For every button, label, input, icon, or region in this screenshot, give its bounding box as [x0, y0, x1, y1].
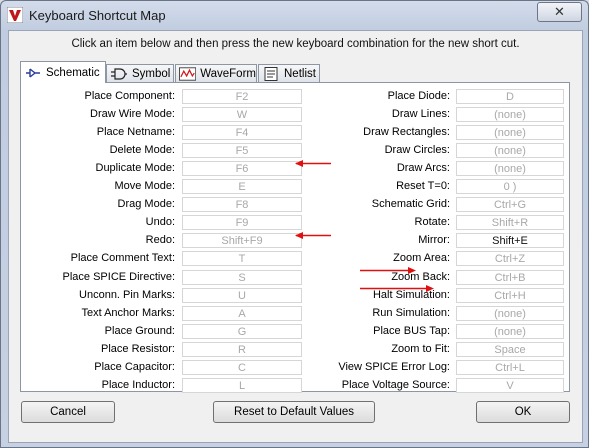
- shortcut-label: Draw Lines:: [391, 108, 450, 120]
- instruction-text: Click an item below and then press the n…: [71, 38, 520, 50]
- shortcut-label: Place Netname:: [96, 126, 175, 138]
- shortcut-field[interactable]: 0 ): [456, 179, 564, 194]
- shortcut-field[interactable]: (none): [456, 324, 564, 339]
- tab-label: Schematic: [46, 66, 100, 79]
- annotation-arrow-icon: [360, 267, 416, 274]
- annotation-arrow-icon: [295, 160, 331, 167]
- shortcut-label: Place Capacitor:: [94, 361, 175, 373]
- tab-waveform[interactable]: WaveForm: [175, 64, 257, 82]
- shortcut-label: Place Ground:: [104, 325, 175, 337]
- shortcut-label: Draw Wire Mode:: [90, 108, 175, 120]
- shortcut-label: Delete Mode:: [109, 144, 175, 156]
- shortcut-field[interactable]: (none): [456, 107, 564, 122]
- shortcut-label: Place Comment Text:: [70, 252, 175, 264]
- shortcut-field[interactable]: T: [182, 251, 302, 266]
- shortcut-label: Place Inductor:: [101, 379, 175, 391]
- shortcut-label: Draw Arcs:: [396, 162, 450, 174]
- ok-button[interactable]: OK: [476, 401, 570, 423]
- shortcut-label: Place Resistor:: [101, 343, 175, 355]
- shortcut-field[interactable]: Ctrl+L: [456, 360, 564, 375]
- shortcut-field[interactable]: F2: [182, 89, 302, 104]
- reset-defaults-button[interactable]: Reset to Default Values: [213, 401, 375, 423]
- cancel-button[interactable]: Cancel: [21, 401, 115, 423]
- shortcut-field[interactable]: Ctrl+G: [456, 197, 564, 212]
- shortcut-label: Zoom to Fit:: [391, 343, 450, 355]
- shortcut-label: Move Mode:: [114, 180, 175, 192]
- shortcut-field[interactable]: W: [182, 107, 302, 122]
- app-logo-icon: [7, 7, 23, 23]
- shortcut-label: Place SPICE Directive:: [62, 271, 175, 283]
- shortcut-field[interactable]: Ctrl+H: [456, 288, 564, 303]
- tab-schematic[interactable]: Schematic: [20, 61, 106, 83]
- dialog-window: Keyboard Shortcut Map ✕ Click an item be…: [0, 0, 589, 448]
- tab-netlist[interactable]: Netlist: [258, 64, 320, 82]
- shortcut-label: Draw Rectangles:: [363, 126, 450, 138]
- dialog-body: Click an item below and then press the n…: [8, 30, 583, 443]
- shortcut-field[interactable]: Shift+E: [456, 233, 564, 248]
- shortcut-field[interactable]: S: [182, 270, 302, 285]
- shortcut-label: Draw Circles:: [384, 144, 450, 156]
- shortcut-label: Undo:: [145, 216, 175, 228]
- shortcut-field[interactable]: (none): [456, 306, 564, 321]
- tab-label: Symbol: [132, 67, 171, 80]
- schematic-icon: [26, 67, 40, 78]
- shortcut-label: Unconn. Pin Marks:: [79, 289, 175, 301]
- shortcut-field[interactable]: F8: [182, 197, 302, 212]
- shortcut-label: Place BUS Tap:: [373, 325, 450, 337]
- tab-label: Netlist: [284, 67, 316, 80]
- shortcut-field[interactable]: (none): [456, 125, 564, 140]
- tab-label: WaveForm: [200, 67, 256, 80]
- shortcut-label: Place Component:: [84, 90, 176, 102]
- shortcut-field[interactable]: Shift+F9: [182, 233, 302, 248]
- shortcut-label: Mirror:: [418, 234, 450, 246]
- close-icon: ✕: [554, 4, 565, 19]
- shortcut-field[interactable]: F9: [182, 215, 302, 230]
- annotation-arrow-icon: [360, 285, 434, 292]
- window-title: Keyboard Shortcut Map: [29, 8, 166, 23]
- shortcut-label: Reset T=0:: [396, 180, 450, 192]
- tab-symbol[interactable]: Symbol: [106, 64, 174, 82]
- symbol-icon: [111, 67, 127, 80]
- shortcut-label: Schematic Grid:: [371, 198, 450, 210]
- shortcut-field[interactable]: R: [182, 342, 302, 357]
- shortcut-field[interactable]: G: [182, 324, 302, 339]
- shortcut-field[interactable]: D: [456, 89, 564, 104]
- shortcut-field[interactable]: Space: [456, 342, 564, 357]
- shortcut-label: Run Simulation:: [372, 307, 450, 319]
- annotation-arrow-icon: [295, 232, 331, 239]
- shortcut-field[interactable]: Shift+R: [456, 215, 564, 230]
- shortcut-label: Place Voltage Source:: [341, 379, 450, 391]
- shortcut-field[interactable]: Ctrl+B: [456, 270, 564, 285]
- shortcut-field[interactable]: (none): [456, 143, 564, 158]
- shortcut-label: Redo:: [145, 234, 175, 246]
- shortcut-field[interactable]: C: [182, 360, 302, 375]
- shortcut-label: Drag Mode:: [117, 198, 175, 210]
- shortcut-field[interactable]: Ctrl+Z: [456, 251, 564, 266]
- shortcut-field[interactable]: A: [182, 306, 302, 321]
- shortcut-label: View SPICE Error Log:: [338, 361, 450, 373]
- shortcut-label: Zoom Area:: [393, 252, 450, 264]
- shortcut-label: Duplicate Mode:: [95, 162, 176, 174]
- shortcut-field[interactable]: (none): [456, 161, 564, 176]
- shortcut-label: Place Diode:: [387, 90, 450, 102]
- shortcut-field[interactable]: E: [182, 179, 302, 194]
- shortcut-field[interactable]: V: [456, 378, 564, 393]
- shortcut-field[interactable]: F5: [182, 143, 302, 158]
- close-button[interactable]: ✕: [537, 2, 582, 22]
- shortcut-field[interactable]: F6: [182, 161, 302, 176]
- shortcut-panel: Place Component: F2 Draw Wire Mode: W Place …: [20, 82, 570, 393]
- shortcut-field[interactable]: F4: [182, 125, 302, 140]
- title-bar[interactable]: Keyboard Shortcut Map ✕: [1, 1, 588, 31]
- waveform-icon: [179, 66, 197, 81]
- netlist-icon: [264, 66, 278, 81]
- shortcut-label: Text Anchor Marks:: [81, 307, 175, 319]
- shortcut-field[interactable]: U: [182, 288, 302, 303]
- shortcut-field[interactable]: L: [182, 378, 302, 393]
- shortcut-label: Rotate:: [414, 216, 450, 228]
